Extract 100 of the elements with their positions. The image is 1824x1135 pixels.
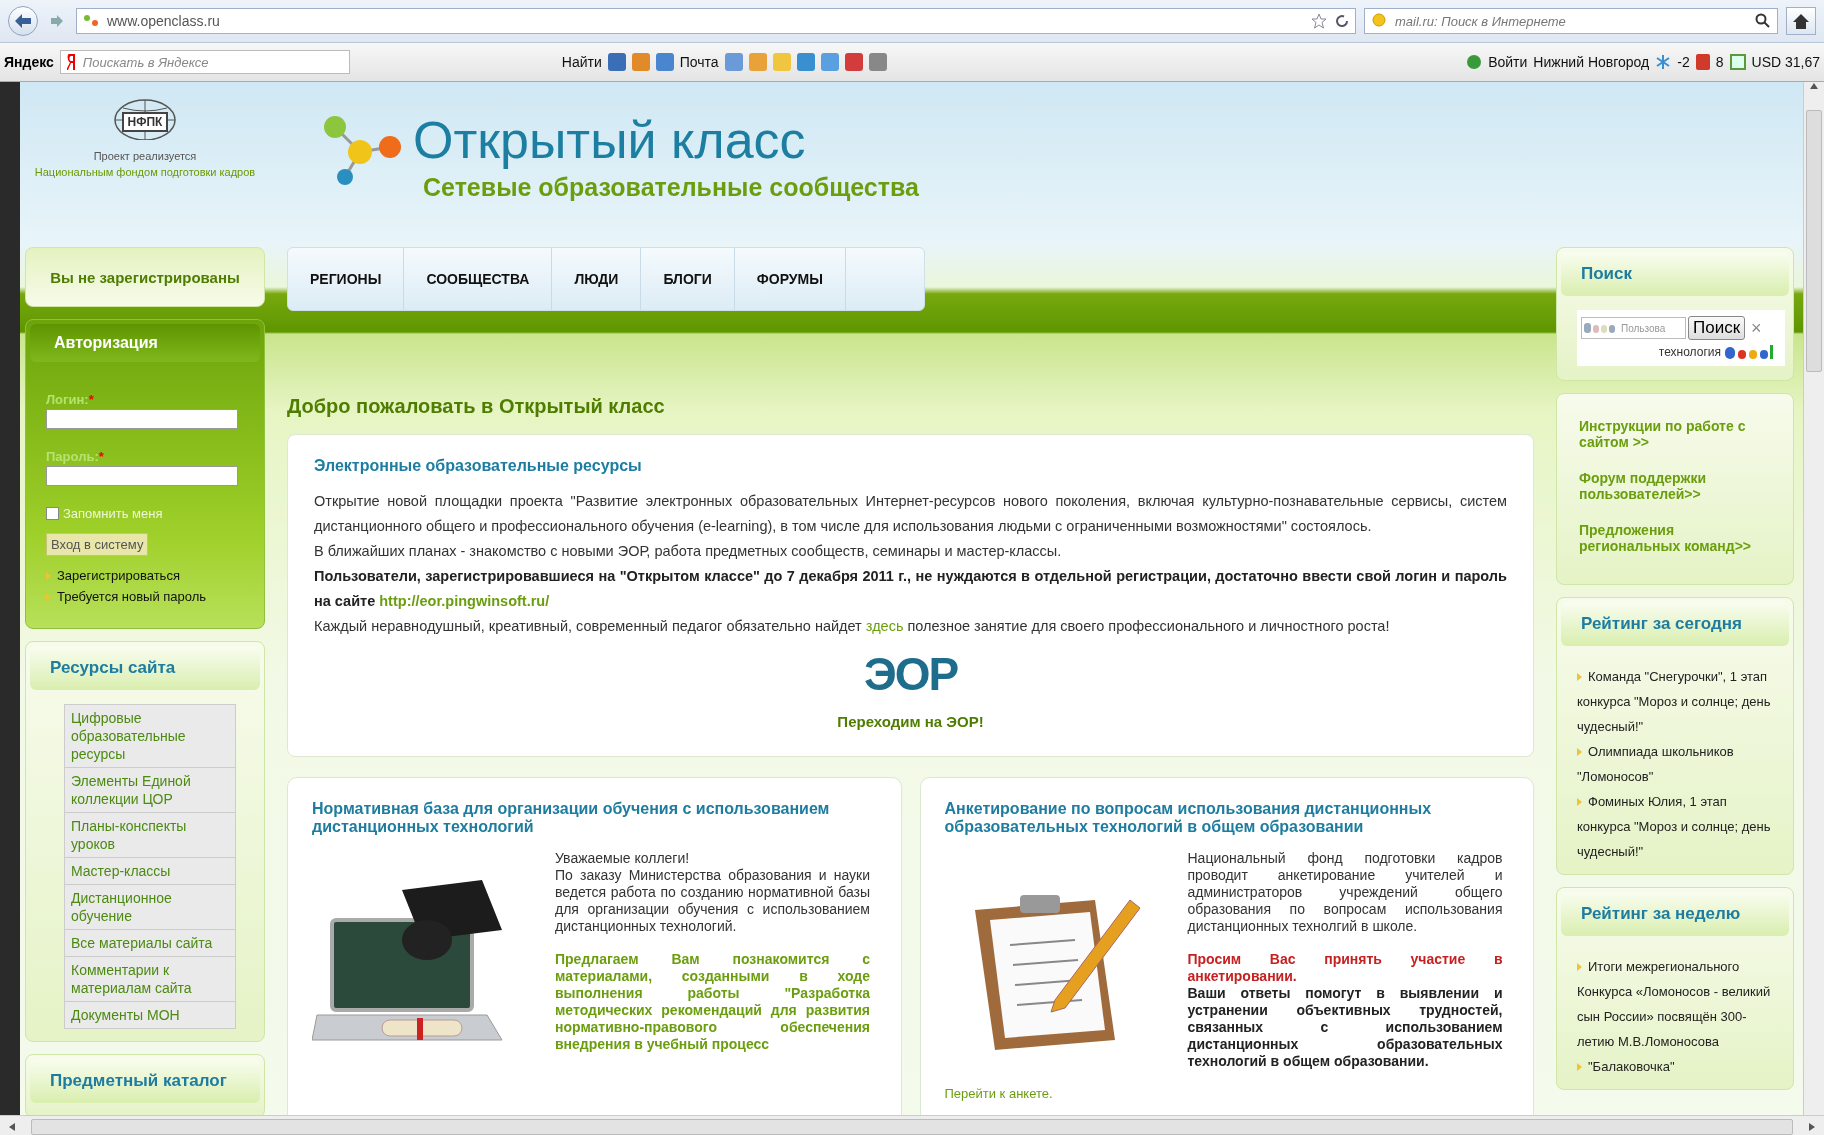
scrollbar-thumb[interactable] — [31, 1119, 1793, 1135]
search-button[interactable]: Поиск — [1688, 316, 1746, 340]
paragraph: Открытие новой площадки проекта "Развитие электронных образовательных Интернет-ресурсов нового поколения, включая культурно-познавательные сервисы, систем дистанционного общего и профессионального обучения (e-learning), в том числе для использования людьми с ограниченными возможностями" состоялось. — [314, 492, 1507, 536]
card-title[interactable]: Анкетирование по вопросам использования дистанционных образовательных технологий в общем образовании — [944, 800, 1509, 836]
toolbar-icon[interactable] — [796, 53, 815, 71]
link[interactable]: Зарегистрироваться — [57, 568, 180, 583]
menu-item[interactable]: Мастер-классы — [65, 858, 235, 885]
site-title: Открытый класс — [413, 110, 807, 171]
clear-button[interactable]: × — [1747, 317, 1766, 339]
nav-tab[interactable]: ЛЮДИ — [552, 248, 642, 310]
panel-title: Рейтинг за неделю — [1561, 892, 1789, 936]
search-field[interactable]: Поискать в Яндексе — [59, 50, 350, 74]
search-field[interactable]: Пользова — [1581, 317, 1686, 339]
site-favicon-icon — [83, 13, 99, 29]
forward-arrow-icon[interactable] — [51, 15, 63, 27]
toolbar-icon[interactable] — [868, 53, 887, 71]
nav-tab[interactable]: БЛОГИ — [641, 248, 735, 310]
field-label: Логин:* — [46, 392, 95, 407]
panel-title: Поиск — [1561, 252, 1789, 296]
panel-title: Предметный каталог — [30, 1059, 260, 1103]
login-field[interactable] — [46, 409, 238, 429]
login-button[interactable]: Войти — [1488, 54, 1528, 70]
nav-tab[interactable]: СООБЩЕСТВА — [404, 248, 553, 310]
rating-item[interactable]: Команда "Снегурочки", 1 этап конкурса "Мороз и солнце; день чудесный!" — [1577, 664, 1777, 739]
caption: Проект реализуется — [93, 149, 197, 164]
find-button[interactable]: Найти — [561, 54, 602, 70]
google-watermark-icon — [1584, 322, 1618, 334]
menu-item[interactable]: Документы МОН — [65, 1002, 235, 1028]
scrollbar-thumb[interactable] — [1806, 110, 1822, 372]
city-label[interactable]: Нижний Новгород — [1533, 54, 1650, 70]
link[interactable]: Предложения региональных команд>> — [1579, 522, 1771, 554]
toolbar-logo[interactable]: Яндекс — [4, 54, 54, 70]
currency-label: USD 31,67 — [1751, 54, 1820, 70]
link[interactable]: Национальным фондом подготовки кадров — [34, 164, 256, 180]
card-title[interactable]: Нормативная база для организации обучения с использованием дистанционных технологий — [312, 800, 877, 836]
nav-tab[interactable]: ФОРУМЫ — [734, 248, 846, 310]
panel-title: Авторизация — [30, 324, 260, 362]
temperature-label: -2 — [1677, 54, 1690, 70]
toolbar-icon[interactable] — [820, 53, 839, 71]
rating-item[interactable]: "Балаковочка" — [1577, 1054, 1777, 1079]
toolbar-icon[interactable] — [748, 53, 767, 71]
scroll-right-icon[interactable] — [1808, 1122, 1816, 1132]
login-icon — [1466, 54, 1483, 70]
menu-item[interactable]: Элементы Единой коллекции ЦОР — [65, 768, 235, 813]
nav-tab[interactable]: РЕГИОНЫ — [288, 248, 405, 310]
card-title: Электронные образовательные ресурсы — [314, 457, 643, 475]
traffic-count: 8 — [1715, 54, 1724, 70]
traffic-icon — [1695, 54, 1710, 70]
toolbar-icon[interactable] — [724, 53, 743, 71]
eor-logo[interactable]: ЭОР — [863, 649, 958, 699]
link[interactable]: Переходим на ЭОР! — [837, 713, 984, 730]
rating-item[interactable]: Фоминых Юлия, 1 этап конкурса "Мороз и солнце; день чудесный!" — [1577, 789, 1777, 864]
bullet-icon — [46, 592, 51, 601]
back-arrow-icon[interactable] — [15, 14, 31, 28]
chart-icon — [1729, 54, 1746, 70]
panel-title: Ресурсы сайта — [30, 646, 260, 690]
field-label: Пароль:* — [46, 449, 105, 464]
toolbar-icon[interactable] — [607, 53, 626, 71]
back-button[interactable] — [8, 6, 38, 36]
menu-item[interactable]: Планы-конспекты уроков — [65, 813, 235, 858]
snowflake-icon — [1655, 54, 1672, 70]
paragraph: Ваши ответы помогут в выявлении и устранении объективных трудностей, связанных с использованием дистанционных образовательных технологий в общем образовании. — [1187, 985, 1503, 1070]
menu-item[interactable]: Дистанционное обучение — [65, 885, 235, 930]
toolbar-icon[interactable] — [631, 53, 650, 71]
star-icon[interactable] — [1311, 13, 1327, 29]
paragraph: Предлагаем Вам познакомится с материалами, созданными в ходе выполнения работы "Разработка методических рекомендаций для развития нормативно-правового обеспечения внедрения в учебный процесс — [555, 951, 870, 1053]
menu-item[interactable]: Все материалы сайта — [65, 930, 235, 957]
scroll-left-icon[interactable] — [8, 1122, 16, 1132]
bullet-icon — [46, 571, 51, 580]
search-field[interactable]: mail.ru: Поиск в Интернете — [1364, 8, 1778, 34]
rating-item[interactable]: Итоги межрегионального Конкурса «Ломоносов - великий сын России» посвящён 300-летию М.В.Ломоносова — [1577, 954, 1777, 1054]
rating-item[interactable]: Олимпиада школьников "Ломоносов" — [1577, 739, 1777, 789]
address-bar[interactable]: www.openclass.ru — [76, 8, 1356, 34]
mail-button[interactable]: Почта — [679, 54, 719, 70]
login-button[interactable]: Вход в систему — [46, 533, 149, 556]
remember-checkbox[interactable] — [46, 507, 59, 520]
menu-item[interactable]: Цифровые образовательные ресурсы — [65, 705, 235, 768]
login-status: Вы не зарегистрированы — [25, 247, 265, 307]
home-button[interactable] — [1786, 7, 1816, 35]
toolbar-icon[interactable] — [655, 53, 674, 71]
link[interactable]: Требуется новый пароль — [57, 589, 207, 604]
link[interactable]: Форум поддержки пользователей>> — [1579, 470, 1771, 502]
yandex-logo-icon — [66, 54, 77, 70]
paragraph: Уважаемые коллеги! — [555, 850, 691, 867]
site-subtitle: Сетевые образовательные сообщества — [423, 173, 919, 202]
link[interactable]: Инструкции по работе с сайтом >> — [1579, 418, 1771, 450]
link[interactable]: здесь — [865, 618, 904, 634]
home-icon[interactable] — [1793, 13, 1809, 29]
password-field[interactable] — [46, 466, 238, 486]
paragraph: Каждый неравнодушный, креативный, современный педагог обязательно найдет здесь полезное занятие для своего профессионального и личностного роста! — [314, 617, 1391, 636]
link[interactable]: http://eor.pingwinsoft.ru/ — [379, 593, 550, 609]
page-heading: Добро пожаловать в Открытый класс — [287, 395, 666, 418]
google-logo-icon — [1725, 344, 1775, 360]
reload-icon[interactable] — [1335, 14, 1349, 28]
toolbar-icon[interactable] — [844, 53, 863, 71]
paragraph: В ближайших планах - знакомство с новыми ЭОР, работа предметных сообществ, семинары и мастер-классы. — [314, 542, 1063, 561]
menu-item[interactable]: Комментарии к материалам сайта — [65, 957, 235, 1002]
paragraph: Просим Вас принять участие в анкетировании. — [1187, 951, 1503, 985]
paragraph: Национальный фонд подготовки кадров проводит анкетирование учителей и администраторов учреждений общего образования по вопросам использования дистанционных технолгий в школе. — [1187, 850, 1503, 935]
link[interactable]: Перейти к анкете. — [944, 1086, 1053, 1101]
